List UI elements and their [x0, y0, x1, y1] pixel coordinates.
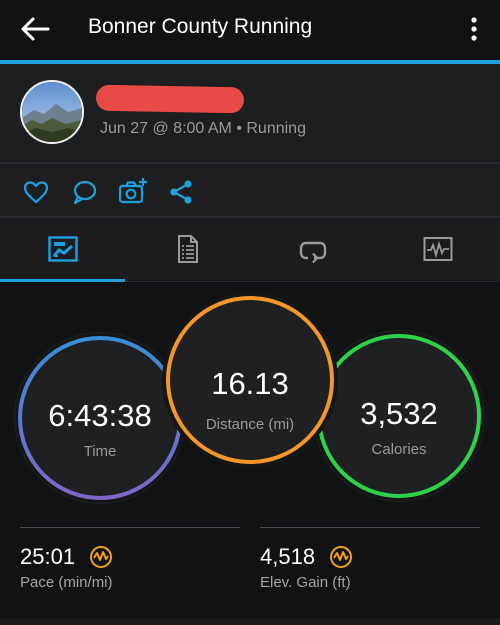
calories-ring: 3,532 Calories — [313, 330, 485, 502]
bottom-edge — [0, 619, 500, 625]
social-actions — [0, 164, 500, 216]
tab-details[interactable] — [125, 218, 250, 280]
time-ring: 6:43:38 Time — [14, 332, 186, 504]
share-icon[interactable] — [168, 178, 196, 206]
document-icon — [177, 235, 198, 263]
activity-date-type: Jun 27 @ 8:00 AM • Running — [100, 120, 306, 137]
distance-value: 16.13 — [211, 366, 289, 401]
tab-bar — [0, 218, 500, 280]
divider — [260, 527, 480, 528]
performance-icon[interactable] — [89, 545, 113, 569]
repeat-icon — [299, 241, 326, 264]
tab-overview[interactable] — [0, 218, 125, 280]
divider — [20, 527, 240, 528]
page-title: Bonner County Running — [88, 15, 313, 38]
heart-icon[interactable] — [22, 178, 50, 206]
activity-graph-icon — [423, 237, 452, 261]
summary-rings: 6:43:38 Time 3,532 Calories 16.13 Distan… — [0, 290, 500, 510]
chart-icon — [47, 236, 78, 262]
tab-laps[interactable] — [250, 218, 375, 280]
elev-gain-label: Elev. Gain (ft) — [260, 574, 351, 591]
time-label: Time — [83, 443, 117, 460]
more-options-icon[interactable] — [464, 16, 484, 42]
divider — [125, 281, 500, 282]
app-bar: Bonner County Running — [0, 0, 500, 60]
active-tab-indicator — [0, 279, 125, 282]
comment-icon[interactable] — [70, 178, 98, 206]
activity-header: Jun 27 @ 8:00 AM • Running — [0, 64, 500, 162]
camera-add-icon[interactable] — [118, 176, 148, 206]
back-arrow-icon[interactable] — [20, 16, 50, 42]
pace-label: Pace (min/mi) — [20, 574, 113, 591]
stats-row: 25:01 Pace (min/mi) 4,518 Elev. Gain (ft… — [0, 520, 500, 620]
avatar[interactable] — [20, 80, 84, 144]
distance-ring: 16.13 Distance (mi) — [162, 292, 338, 468]
tab-graphs[interactable] — [375, 218, 500, 280]
performance-icon[interactable] — [329, 545, 353, 569]
elev-gain-value: 4,518 — [260, 544, 316, 569]
calories-value: 3,532 — [360, 396, 438, 431]
distance-label: Distance (mi) — [205, 416, 295, 433]
pace-value: 25:01 — [20, 544, 76, 569]
calories-label: Calories — [371, 441, 427, 458]
time-value: 6:43:38 — [48, 398, 152, 433]
redacted-name — [95, 84, 245, 114]
